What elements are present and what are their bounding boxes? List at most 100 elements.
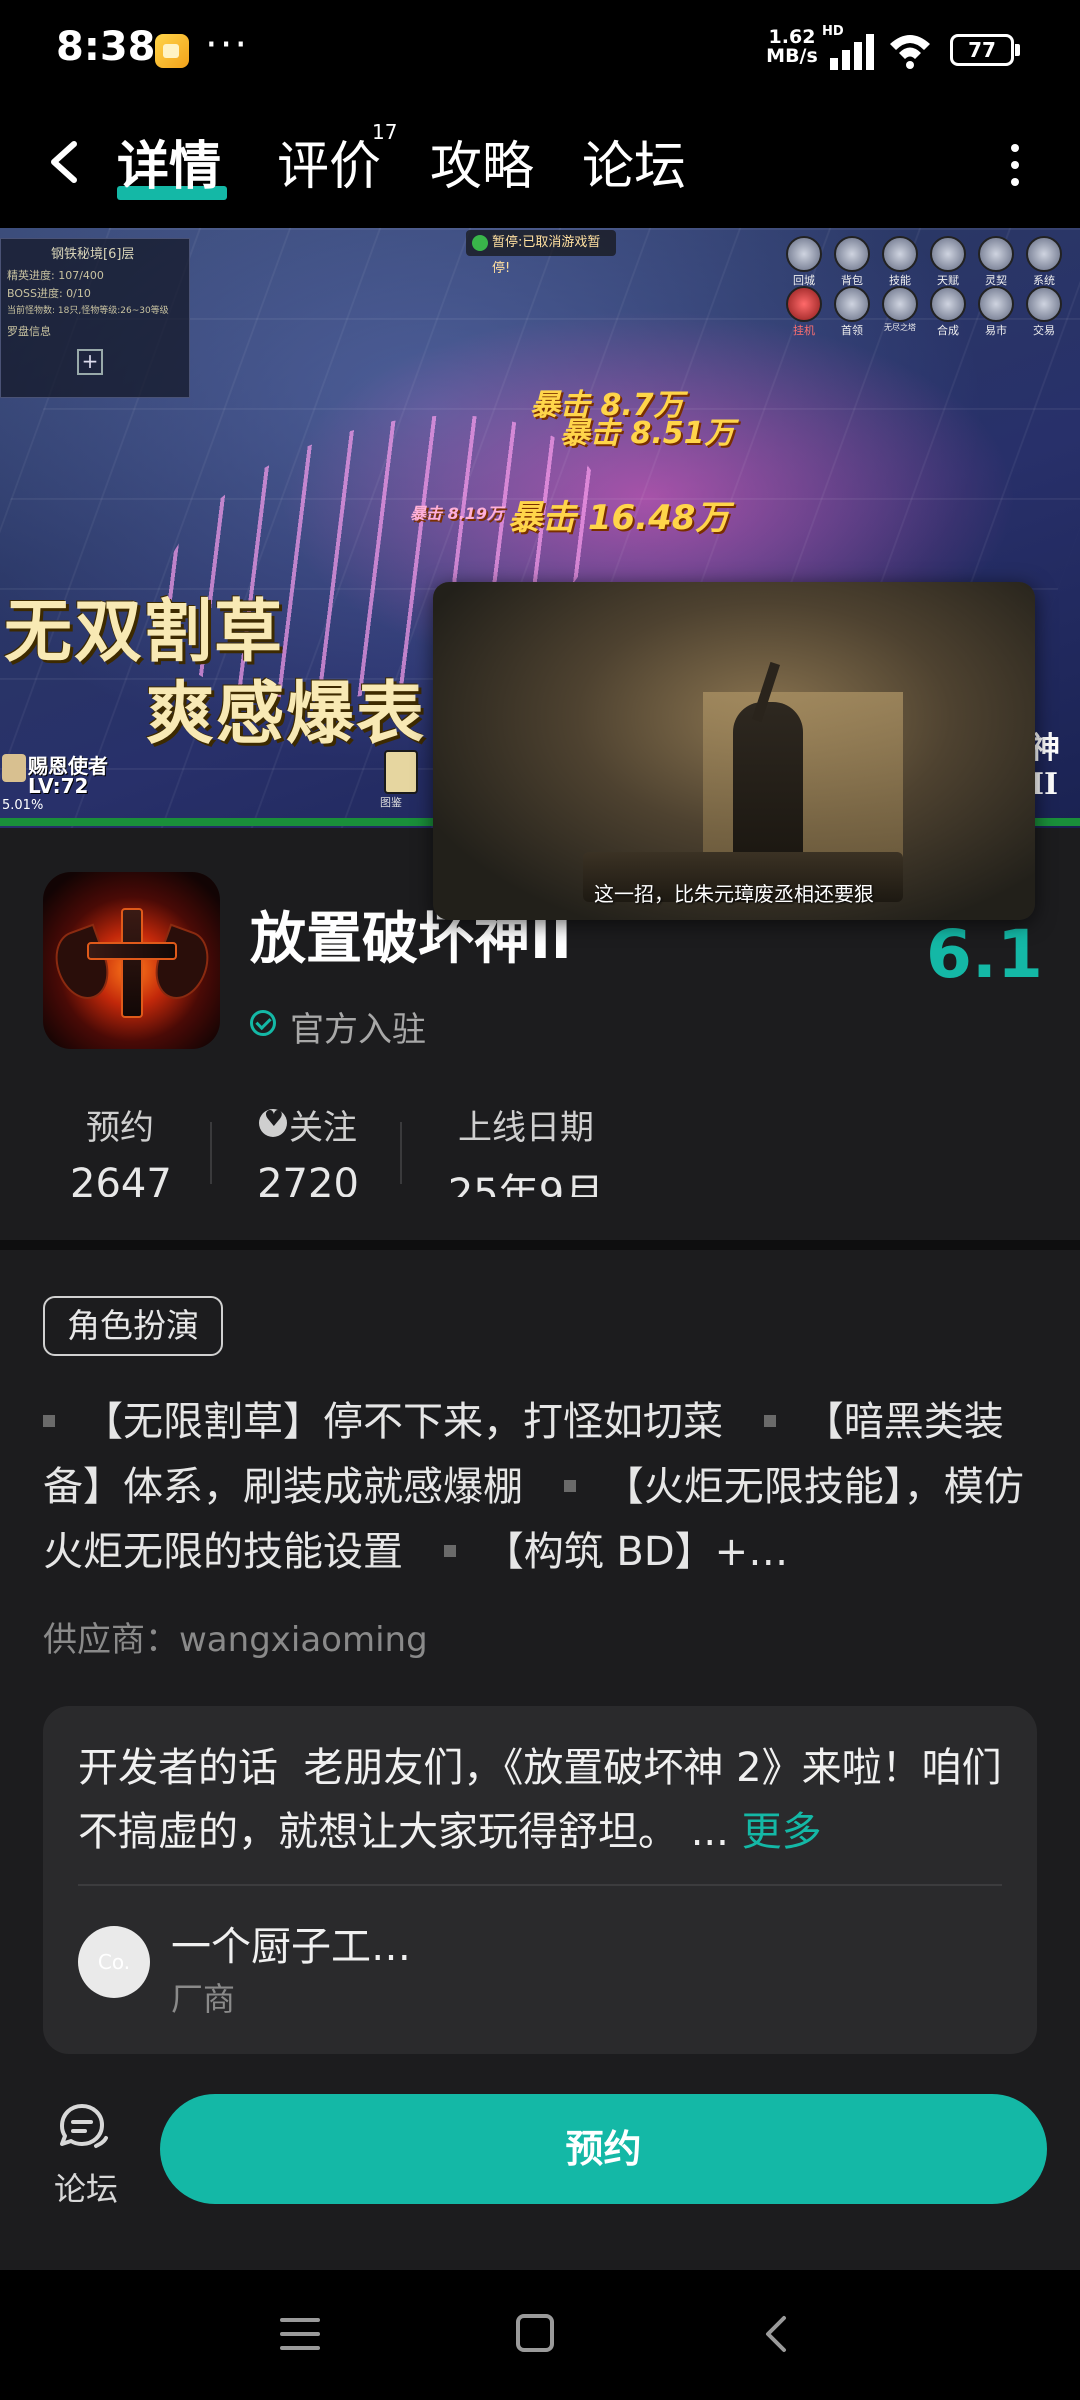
- player-info: 赐恩使者 LV:72 5.01%: [0, 748, 150, 818]
- developer-name[interactable]: 一个厨子工…: [171, 1914, 411, 1972]
- genre-tag[interactable]: 角色扮演: [43, 1296, 223, 1356]
- video-figure: [733, 702, 803, 872]
- back-icon[interactable]: [40, 130, 90, 194]
- hud-icon: [1026, 236, 1062, 272]
- stat-reservations: 预约 2647: [70, 1100, 170, 1197]
- stat-label-text: 关注: [289, 1108, 357, 1148]
- developer-role: 厂商: [171, 1980, 236, 2018]
- review-count-badge: 17: [372, 120, 398, 144]
- bullet: [443, 1545, 456, 1557]
- reserve-button[interactable]: 预约: [160, 2094, 1047, 2204]
- home-icon[interactable]: [516, 2314, 554, 2352]
- network-speed: 1.62 MB/s: [766, 26, 818, 67]
- section-separator: [0, 1240, 1080, 1250]
- hud-icon: [930, 286, 966, 322]
- hud-icon-label: 无尽之塔: [884, 323, 916, 332]
- game-app-icon: [43, 872, 220, 1049]
- panel-row: 当前怪物数: 18只,怪物等级:26~30等级: [7, 306, 169, 316]
- tab-guides[interactable]: 攻略: [430, 124, 534, 199]
- damage-number: 暴击 16.48万: [508, 498, 730, 538]
- panel-row: 罗盘信息: [7, 325, 51, 338]
- icon-wing-left: [46, 923, 118, 1007]
- hud-icon-label: 挂机: [793, 324, 815, 337]
- bullet: [563, 1480, 576, 1492]
- more-notifications-icon: ···: [205, 22, 250, 68]
- game-description[interactable]: 【无限割草】停不下来，打怪如切菜 【暗黑类装备】体系，刷装成就感爆棚 【火炬无限…: [43, 1390, 1033, 1585]
- hud-icon-label: 易市: [985, 324, 1007, 337]
- status-bar: 8:38 ··· 1.62 MB/s HD 77: [0, 0, 1080, 100]
- description-item: 【无限割草】停不下来，打怪如切菜: [83, 1399, 723, 1445]
- book-label: 图鉴: [380, 796, 402, 809]
- banner-edge-text: 神II: [1030, 731, 1060, 802]
- tab-reviews[interactable]: 评价: [277, 124, 381, 199]
- hud-icon: [786, 286, 822, 322]
- battery-icon: 77: [950, 34, 1020, 66]
- panel-row: 精英进度: 107/400: [7, 269, 104, 282]
- damage-number: 暴击 8.51万: [560, 416, 735, 451]
- developer-message: 开发者的话 老朋友们，《放置破坏神 2》来啦！咱们不搞虚的，就想让大家玩得舒坦。…: [78, 1736, 1002, 1864]
- pause-notice: 暂停:已取消游戏暂停!: [466, 230, 616, 276]
- stat-label: 预约: [86, 1108, 154, 1148]
- hud-icon: [882, 286, 918, 322]
- bullet: [763, 1415, 776, 1427]
- player-exp: 5.01%: [2, 798, 44, 813]
- hud-icon: [978, 286, 1014, 322]
- banner-slogan-line2: 爽感爆表: [146, 674, 427, 754]
- floating-video-player[interactable]: 这一招，比朱元璋废丞相还要狠: [433, 582, 1035, 920]
- top-nav: 详情 评价 17 攻略 论坛: [0, 100, 1080, 228]
- hud-icon-label: 交易: [1033, 324, 1055, 337]
- wifi-icon: [890, 35, 930, 69]
- hud-icon: [786, 236, 822, 272]
- more-link[interactable]: 更多: [742, 1809, 822, 1855]
- stat-value: 25年9月: [447, 1171, 605, 1197]
- stat-value: 2647: [70, 1161, 170, 1197]
- divider: [400, 1122, 402, 1184]
- plus-icon: +: [77, 349, 103, 375]
- recent-apps-icon[interactable]: [280, 2316, 320, 2352]
- forum-button[interactable]: 论坛: [44, 2100, 124, 2210]
- heart-icon: [259, 1107, 287, 1137]
- developer-card[interactable]: 开发者的话 老朋友们，《放置破坏神 2》来啦！咱们不搞虚的，就想让大家玩得舒坦。…: [43, 1706, 1037, 2054]
- video-subtitle: 这一招，比朱元璋废丞相还要狠: [594, 882, 874, 906]
- player-level: LV:72: [28, 774, 89, 798]
- hud-icon: [930, 236, 966, 272]
- forum-label: 论坛: [54, 2170, 119, 2208]
- official-label: 官方入驻: [290, 1010, 426, 1050]
- icon-crossbar: [87, 942, 177, 960]
- developer-avatar[interactable]: Co.: [78, 1926, 150, 1998]
- system-nav-bar: [0, 2270, 1080, 2400]
- icon-cross: [121, 908, 143, 1018]
- dungeon-info-panel: 钢铁秘境[6]层 精英进度: 107/400 BOSS进度: 0/10 当前怪物…: [0, 238, 190, 398]
- book-icon: [384, 750, 418, 794]
- signal-icon: [828, 30, 878, 70]
- hud-icon: [882, 236, 918, 272]
- tab-details[interactable]: 详情: [117, 124, 221, 199]
- notification-app-icon: [155, 34, 189, 68]
- rating-score[interactable]: 6.1: [926, 916, 1043, 993]
- stat-label: 关注: [246, 1100, 370, 1149]
- hud-icon-label: 首领: [841, 324, 863, 337]
- stat-value: 2720: [257, 1161, 359, 1197]
- hud-icons: 回城 背包 技能 天赋 灵契 系统 挂机 首领 无尽之塔 合成 易市 交易: [782, 236, 1078, 337]
- player-avatar: [2, 754, 26, 782]
- dungeon-title: 钢铁秘境[6]层: [51, 247, 135, 262]
- hud-icon-label: 合成: [937, 324, 959, 337]
- icon-wing-right: [146, 923, 218, 1007]
- hud-icon: [1026, 286, 1062, 322]
- bullet: [43, 1415, 55, 1427]
- damage-number: 暴击 8.19万: [410, 504, 504, 523]
- developer-heading: 开发者的话: [78, 1745, 278, 1791]
- stat-label: 上线日期: [458, 1108, 594, 1148]
- hud-icon: [834, 286, 870, 322]
- tab-forum[interactable]: 论坛: [582, 124, 686, 199]
- panel-row: BOSS进度: 0/10: [7, 287, 91, 300]
- forum-icon: [60, 2104, 108, 2148]
- divider: [210, 1122, 212, 1184]
- hud-icon: [834, 236, 870, 272]
- divider: [78, 1884, 1002, 1886]
- hud-icon: [978, 236, 1014, 272]
- description-item: 【构筑 BD】+…: [483, 1529, 789, 1575]
- system-back-icon[interactable]: [756, 2314, 796, 2354]
- more-options-icon[interactable]: [1000, 140, 1030, 190]
- verified-icon: [250, 1010, 276, 1036]
